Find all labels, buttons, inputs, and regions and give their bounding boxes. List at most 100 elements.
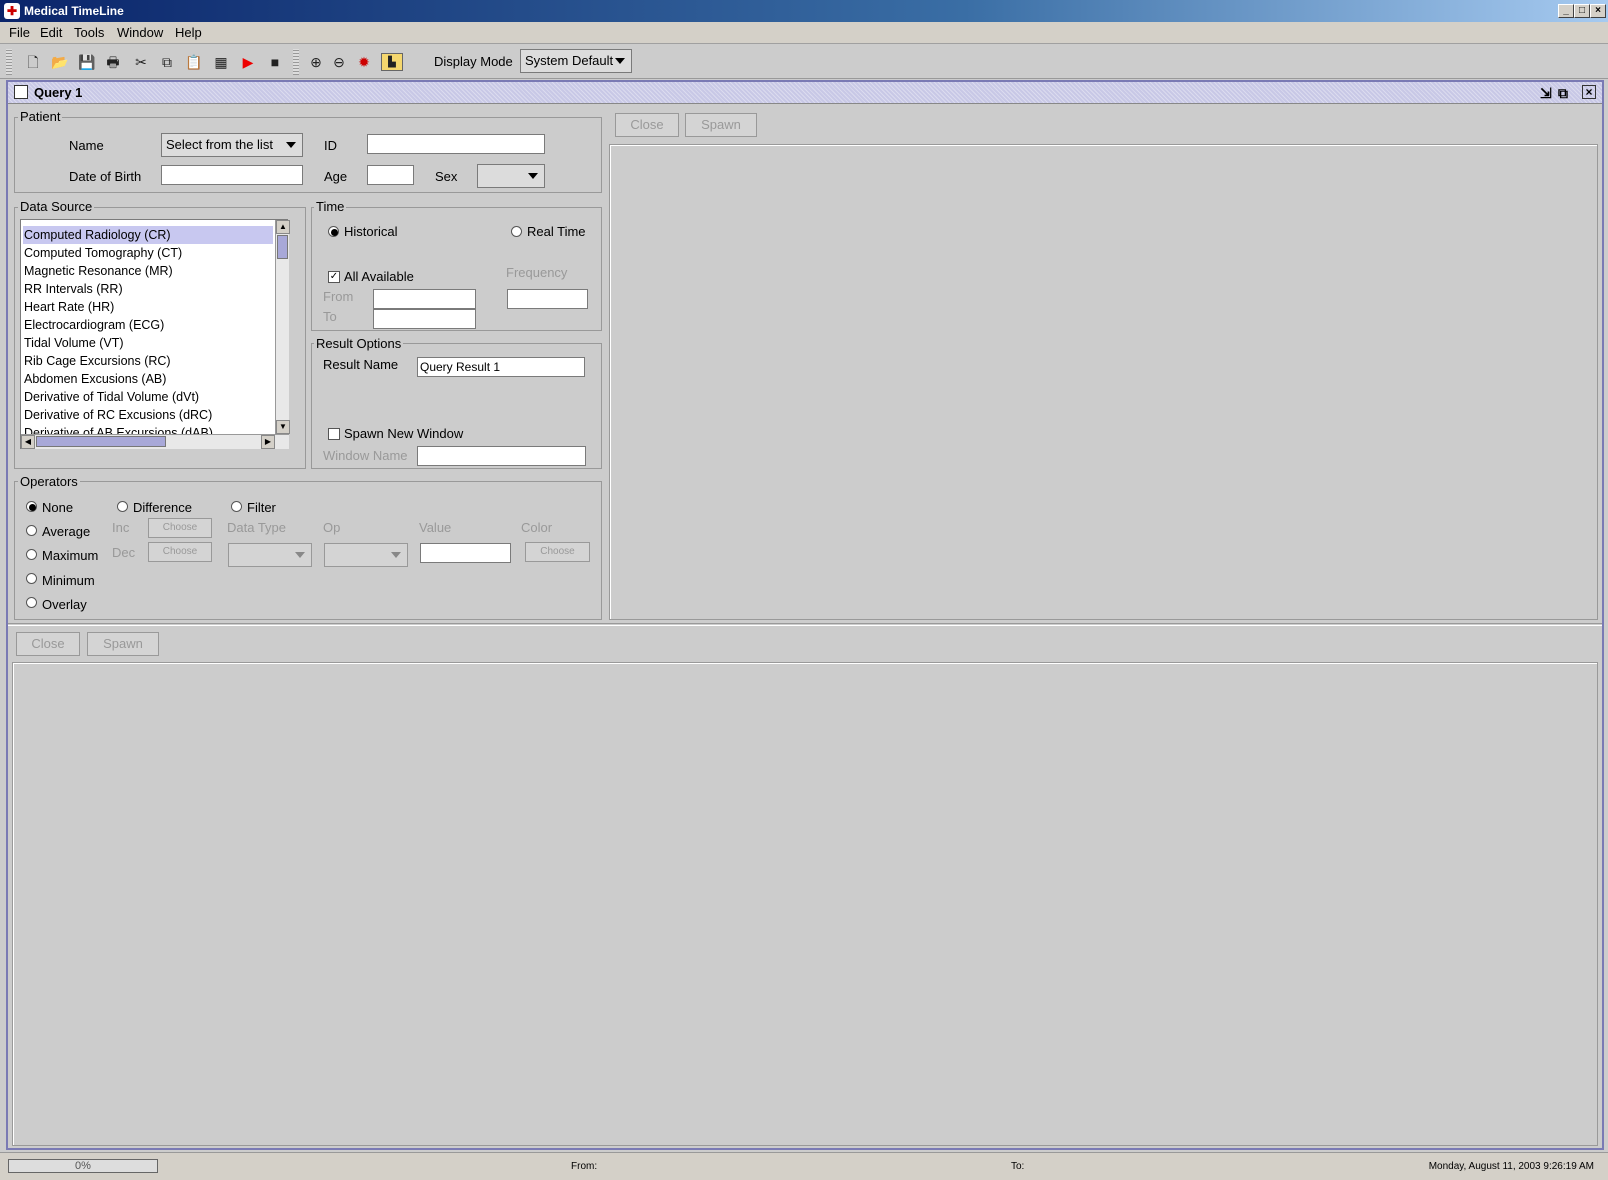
menu-tools[interactable]: Tools — [74, 25, 104, 40]
play-icon[interactable]: ▶ — [239, 53, 257, 71]
settings-icon[interactable]: ✹ — [355, 53, 373, 71]
menu-file[interactable]: File — [9, 25, 30, 40]
list-item[interactable]: Electrocardiogram (ECG) — [23, 316, 273, 334]
save-icon[interactable]: 💾 — [78, 53, 96, 71]
close-window-button[interactable]: × — [1590, 4, 1606, 18]
bottom-result-panel — [12, 662, 1598, 1146]
frequency-input[interactable] — [507, 289, 588, 309]
list-item[interactable]: Derivative of Tidal Volume (dVt) — [23, 388, 273, 406]
color-choose-button[interactable]: Choose — [525, 542, 590, 562]
new-file-icon[interactable]: 🗋 — [24, 53, 42, 71]
stop-icon[interactable]: ■ — [266, 53, 284, 71]
list-item[interactable]: RR Intervals (RR) — [23, 280, 273, 298]
dec-label: Dec — [112, 545, 136, 560]
data-source-group-label: Data Source — [18, 199, 95, 214]
chart-icon[interactable]: ▙ — [381, 53, 403, 71]
bottom-spawn-button[interactable]: Spawn — [87, 632, 159, 656]
maximum-radio[interactable] — [26, 549, 37, 560]
menu-edit[interactable]: Edit — [40, 25, 62, 40]
patient-id-input[interactable] — [367, 134, 545, 154]
frequency-label: Frequency — [506, 265, 568, 280]
toolbar-grip-2[interactable] — [293, 49, 299, 75]
historical-label: Historical — [344, 224, 398, 239]
patient-name-select[interactable]: Select from the list — [161, 133, 303, 157]
difference-radio[interactable] — [117, 501, 128, 512]
to-input[interactable] — [373, 309, 476, 329]
average-radio[interactable] — [26, 525, 37, 536]
iconify-icon[interactable]: ⇲ — [1540, 82, 1552, 104]
op-select[interactable] — [324, 543, 408, 567]
name-label: Name — [69, 138, 104, 153]
none-radio[interactable] — [26, 501, 37, 512]
restore-icon[interactable]: ⧉ — [1558, 82, 1568, 104]
age-label: Age — [324, 169, 348, 184]
query-frame-titlebar: Query 1 ⇲ ⧉ × — [8, 82, 1602, 104]
list-horizontal-scrollbar[interactable]: ◀ ▶ — [21, 434, 289, 449]
list-item[interactable]: Computed Tomography (CT) — [23, 244, 273, 262]
table-icon[interactable]: ▦ — [212, 53, 230, 71]
real-time-radio[interactable] — [511, 226, 522, 237]
overlay-label: Overlay — [42, 597, 87, 612]
color-label: Color — [521, 520, 553, 535]
scroll-up-icon[interactable]: ▲ — [276, 220, 290, 234]
display-mode-value: System Default — [525, 53, 614, 68]
list-item[interactable]: Magnetic Resonance (MR) — [23, 262, 273, 280]
operators-group-label: Operators — [18, 474, 80, 489]
scroll-down-icon[interactable]: ▼ — [276, 420, 290, 434]
scroll-thumb[interactable] — [277, 235, 288, 259]
result-name-label: Result Name — [323, 357, 399, 372]
result-name-input[interactable]: Query Result 1 — [417, 357, 585, 377]
scroll-right-icon[interactable]: ▶ — [261, 435, 275, 449]
scroll-thumb-horizontal[interactable] — [36, 436, 166, 447]
toolbar-grip[interactable] — [6, 49, 12, 75]
data-source-list[interactable]: Computed Radiology (CR) Computed Tomogra… — [20, 219, 290, 449]
overlay-radio[interactable] — [26, 597, 37, 608]
list-item[interactable]: Rib Cage Excursions (RC) — [23, 352, 273, 370]
all-available-checkbox[interactable]: ✓ — [328, 271, 340, 283]
sex-select[interactable] — [477, 164, 545, 188]
maximize-button[interactable]: □ — [1574, 4, 1590, 18]
split-divider[interactable] — [8, 623, 1602, 626]
list-item[interactable]: Abdomen Excusions (AB) — [23, 370, 273, 388]
list-vertical-scrollbar[interactable]: ▲ ▼ — [275, 220, 290, 434]
cut-icon[interactable]: ✂ — [132, 53, 150, 71]
real-time-label: Real Time — [527, 224, 586, 239]
inc-choose-button[interactable]: Choose — [148, 518, 212, 538]
dec-choose-button[interactable]: Choose — [148, 542, 212, 562]
display-mode-select[interactable]: System Default — [520, 49, 632, 73]
minimum-radio[interactable] — [26, 573, 37, 584]
patient-name-value: Select from the list — [166, 137, 273, 152]
right-close-button[interactable]: Close — [615, 113, 679, 137]
filter-radio[interactable] — [231, 501, 242, 512]
spawn-new-window-checkbox[interactable] — [328, 428, 340, 440]
copy-icon[interactable]: ⧉ — [158, 53, 176, 71]
scroll-left-icon[interactable]: ◀ — [21, 435, 35, 449]
list-item[interactable]: Heart Rate (HR) — [23, 298, 273, 316]
age-input[interactable] — [367, 165, 414, 185]
window-name-input[interactable] — [417, 446, 586, 466]
time-group-label: Time — [314, 199, 347, 214]
zoom-out-icon[interactable]: ⊖ — [330, 53, 348, 71]
from-input[interactable] — [373, 289, 476, 309]
minimize-button[interactable]: _ — [1558, 4, 1574, 18]
historical-radio[interactable] — [328, 226, 339, 237]
data-type-select[interactable] — [228, 543, 312, 567]
right-spawn-button[interactable]: Spawn — [685, 113, 757, 137]
list-item[interactable]: Tidal Volume (VT) — [23, 334, 273, 352]
value-input[interactable] — [420, 543, 511, 563]
none-label: None — [42, 500, 74, 515]
menu-help[interactable]: Help — [175, 25, 202, 40]
paste-icon[interactable]: 📋 — [185, 53, 203, 71]
list-item[interactable]: Computed Radiology (CR) — [23, 226, 273, 244]
toolbar: 🗋 📂 💾 🖶 ✂ ⧉ 📋 ▦ ▶ ■ ⊕ ⊖ ✹ ▙ Display Mode… — [0, 45, 1608, 79]
print-icon[interactable]: 🖶 — [104, 53, 122, 71]
open-folder-icon[interactable]: 📂 — [51, 53, 69, 71]
status-bar: 0% From: To: Monday, August 11, 2003 9:2… — [0, 1152, 1608, 1180]
zoom-in-icon[interactable]: ⊕ — [307, 53, 325, 71]
list-item[interactable]: Derivative of RC Excusions (dRC) — [23, 406, 273, 424]
value-label: Value — [419, 520, 452, 535]
close-frame-icon[interactable]: × — [1582, 85, 1596, 99]
dob-input[interactable] — [161, 165, 303, 185]
menu-window[interactable]: Window — [117, 25, 163, 40]
bottom-close-button[interactable]: Close — [16, 632, 80, 656]
